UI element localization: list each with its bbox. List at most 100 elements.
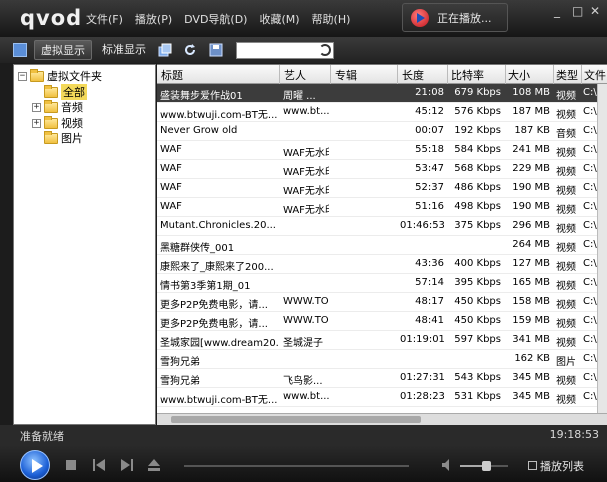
vertical-scrollbar[interactable] <box>597 84 607 414</box>
cell-size: 165 MB <box>512 277 550 288</box>
list-header: 标题 艺人 专辑 长度 比特率 大小 类型 文件 <box>157 65 607 84</box>
volume-slider[interactable] <box>460 461 508 471</box>
virtual-view-button[interactable]: 虚拟显示 <box>34 40 92 60</box>
column-file[interactable]: 文件 <box>584 67 606 83</box>
seek-bar[interactable] <box>184 465 409 467</box>
volume-knob[interactable] <box>482 461 492 471</box>
table-row[interactable]: WAF WAF无水印 51:16 498 Kbps 190 MB 视频 C:\ <box>157 198 597 217</box>
status-bar: 准备就绪 19:18:53 <box>0 425 607 444</box>
menu-play[interactable]: 播放(P) <box>135 11 172 27</box>
cell-title: WAF <box>160 144 182 155</box>
tree-item-all[interactable]: 全部 <box>44 84 87 100</box>
table-row[interactable]: WAF WAF无水印 55:18 584 Kbps 241 MB 视频 C:\ <box>157 141 597 160</box>
table-row[interactable]: 圣城家园[www.dream20... 圣城湜子 01:19:01 597 Kbps 3… <box>157 331 597 350</box>
cell-type: 图片 <box>556 357 576 368</box>
cell-bitrate: 395 Kbps <box>454 277 501 288</box>
table-row[interactable]: Never Grow old 00:07 192 Kbps 187 KB 音频 C:\ <box>157 122 597 141</box>
column-type[interactable]: 类型 <box>556 67 578 83</box>
table-row[interactable]: 雪狗兄弟 162 KB 图片 C:\ <box>157 350 597 369</box>
tree-item-video[interactable]: + 视频 <box>32 115 83 131</box>
home-icon[interactable] <box>13 43 27 57</box>
column-size[interactable]: 大小 <box>508 67 530 83</box>
cell-size: 264 MB <box>512 239 550 250</box>
cell-length: 01:27:31 <box>400 372 444 383</box>
expand-toggle-icon[interactable]: + <box>32 102 41 112</box>
maximize-icon[interactable]: □ <box>572 4 583 18</box>
cell-title: 更多P2P免费电影，请... <box>160 300 268 311</box>
cell-title: 盛装舞步爱作战01 <box>160 91 243 102</box>
cell-length: 01:46:53 <box>400 220 444 231</box>
standard-view-button[interactable]: 标准显示 <box>96 40 152 60</box>
save-icon[interactable] <box>209 43 223 57</box>
cell-size: 190 MB <box>512 201 550 212</box>
table-row[interactable]: www.btwuji.com-BT无... www.bt... 01:28:23 53… <box>157 388 597 407</box>
scroll-thumb[interactable] <box>171 416 421 423</box>
folder-icon <box>44 99 58 113</box>
folder-icon <box>44 84 58 98</box>
playlist-button[interactable]: 播放列表 <box>528 458 584 474</box>
expand-toggle-icon[interactable]: + <box>32 118 41 128</box>
cell-length: 51:16 <box>415 201 444 212</box>
toolbar: 虚拟显示 标准显示 <box>0 37 607 63</box>
cell-size: 187 MB <box>512 106 550 117</box>
tree-root[interactable]: − 虚拟文件夹 <box>18 68 102 84</box>
tree-item-audio[interactable]: + 音频 <box>32 99 83 115</box>
menu-file[interactable]: 文件(F) <box>86 11 123 27</box>
cell-artist: www.bt... <box>283 391 329 402</box>
volume-icon[interactable] <box>442 459 454 471</box>
cell-title: WAF <box>160 163 182 174</box>
table-row[interactable]: Mutant.Chronicles.20... 01:46:53 375 Kbps 2… <box>157 217 597 236</box>
table-row[interactable]: WAF WAF无水印 53:47 568 Kbps 229 MB 视频 C:\ <box>157 160 597 179</box>
menu-dvd[interactable]: DVD导航(D) <box>184 11 247 27</box>
table-row[interactable]: 盛装舞步爱作战01 周曜 ... 21:08 679 Kbps 108 MB 视频 C:\ <box>157 84 597 103</box>
menu-favorites[interactable]: 收藏(M) <box>259 11 299 27</box>
column-album[interactable]: 专辑 <box>335 67 357 83</box>
menu-help[interactable]: 帮助(H) <box>312 11 351 27</box>
table-row[interactable]: WAF WAF无水印 52:37 486 Kbps 190 MB 视频 C:\ <box>157 179 597 198</box>
cell-file: C:\ <box>583 144 597 155</box>
cell-artist: WAF无水印 <box>283 205 329 216</box>
table-row[interactable]: 情书第3季第1期_01 57:14 395 Kbps 165 MB 视频 C:\ <box>157 274 597 293</box>
table-row[interactable]: 更多P2P免费电影，请... WWW.TO... 48:17 450 Kbps 158 … <box>157 293 597 312</box>
column-bitrate[interactable]: 比特率 <box>451 67 484 83</box>
cell-size: 345 MB <box>512 391 550 402</box>
cell-bitrate: 597 Kbps <box>454 334 501 345</box>
cell-size: 187 KB <box>514 125 550 136</box>
cell-file: C:\ <box>583 258 597 269</box>
cell-type: 视频 <box>556 338 576 349</box>
horizontal-scrollbar[interactable] <box>157 413 607 425</box>
refresh-icon[interactable] <box>183 43 197 57</box>
table-row[interactable]: 更多P2P免费电影，请... WWW.TO... 48:41 450 Kbps 159 … <box>157 312 597 331</box>
cell-file: C:\ <box>583 125 597 136</box>
tree-item-pictures[interactable]: 图片 <box>44 130 83 146</box>
eject-icon[interactable] <box>148 459 160 471</box>
cell-artist: www.bt... <box>283 106 329 117</box>
now-playing-button[interactable]: 正在播放... <box>402 3 508 32</box>
stop-icon[interactable] <box>66 460 76 470</box>
cell-artist: WWW.TO... <box>283 296 329 307</box>
add-icon[interactable] <box>158 43 172 57</box>
cell-length: 55:18 <box>415 144 444 155</box>
cell-bitrate: 400 Kbps <box>454 258 501 269</box>
search-go-icon[interactable] <box>319 44 331 56</box>
column-title[interactable]: 标题 <box>161 67 183 83</box>
cell-size: 341 MB <box>512 334 550 345</box>
cell-file: C:\ <box>583 239 597 250</box>
tree-root-label: 虚拟文件夹 <box>47 70 102 83</box>
table-row[interactable]: www.btwuji.com-BT无... www.bt... 45:12 576 K… <box>157 103 597 122</box>
cell-title: Mutant.Chronicles.20... <box>160 220 276 231</box>
column-length[interactable]: 长度 <box>402 67 424 83</box>
table-row[interactable]: 康熙来了_康熙来了200... 43:36 400 Kbps 127 MB 视频 C:\ <box>157 255 597 274</box>
cell-file: C:\ <box>583 334 597 345</box>
column-artist[interactable]: 艺人 <box>284 67 306 83</box>
close-icon[interactable]: ✕ <box>590 4 600 18</box>
minimize-icon[interactable]: _ <box>554 4 560 18</box>
previous-icon[interactable] <box>93 459 105 471</box>
table-row[interactable]: 黑糖群侠传_001 264 MB 视频 C:\ <box>157 236 597 255</box>
table-row[interactable]: 雪狗兄弟 飞鸟影... 01:27:31 543 Kbps 345 MB 视频 C:\ <box>157 369 597 388</box>
cell-bitrate: 486 Kbps <box>454 182 501 193</box>
play-button[interactable] <box>20 450 50 480</box>
search-box[interactable] <box>236 42 334 59</box>
next-icon[interactable] <box>121 459 133 471</box>
collapse-toggle-icon[interactable]: − <box>18 71 27 81</box>
